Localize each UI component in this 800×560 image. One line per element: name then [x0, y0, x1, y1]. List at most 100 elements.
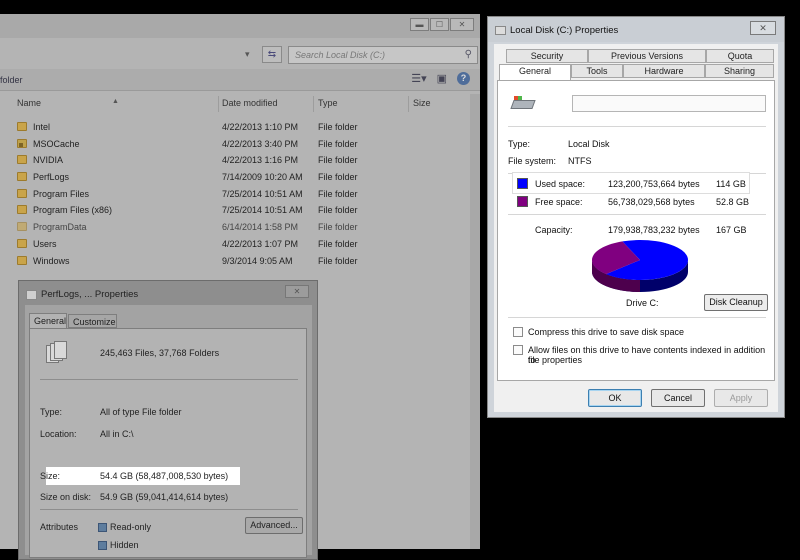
dialog-titlebar: Local Disk (C:) Properties ✕: [488, 17, 784, 42]
cancel-button[interactable]: Cancel: [651, 389, 705, 407]
tab-customize[interactable]: Customize: [68, 314, 117, 328]
help-icon[interactable]: ?: [457, 72, 470, 85]
apply-button[interactable]: Apply: [714, 389, 768, 407]
file-date: 4/22/2013 1:16 PM: [222, 155, 299, 166]
volume-label-field[interactable]: [572, 95, 766, 112]
file-type: File folder: [318, 222, 358, 233]
file-row[interactable]: MSOCache 4/22/2013 3:40 PM File folder: [0, 136, 470, 153]
attributes-label: Attributes: [40, 522, 79, 532]
capacity-bytes: 179,938,783,232 bytes: [608, 225, 700, 235]
file-row[interactable]: Program Files (x86) 7/25/2014 10:51 AM F…: [0, 202, 470, 219]
disk-cleanup-button[interactable]: Disk Cleanup: [704, 294, 768, 311]
index-checkbox[interactable]: [513, 345, 523, 355]
maximize-button[interactable]: ☐: [430, 18, 449, 31]
tab-general[interactable]: General: [29, 313, 67, 328]
file-row[interactable]: ProgramData 6/14/2014 1:58 PM File folde…: [0, 219, 470, 236]
file-system-value: NTFS: [568, 156, 592, 166]
column-divider[interactable]: [218, 96, 219, 112]
divider: [40, 379, 298, 380]
used-space-bytes: 123,200,753,664 bytes: [608, 179, 700, 189]
folder-icon: [26, 290, 37, 300]
tab-quota[interactable]: Quota: [706, 49, 774, 63]
file-name: NVIDIA: [33, 155, 64, 166]
used-space-gb: 114 GB: [716, 179, 746, 189]
file-name: Program Files: [33, 188, 90, 199]
file-type: File folder: [318, 155, 358, 166]
drive-label: Drive C:: [626, 298, 659, 308]
size-on-disk-label: Size on disk:: [40, 492, 92, 502]
used-space-label: Used space:: [535, 179, 586, 189]
file-name: Users: [33, 238, 57, 249]
location-label: Location:: [40, 429, 77, 439]
file-date: 7/25/2014 10:51 AM: [222, 188, 303, 199]
file-date: 6/14/2014 1:58 PM: [222, 222, 299, 233]
file-row[interactable]: Intel 4/22/2013 1:10 PM File folder: [0, 119, 470, 136]
file-count-summary: 245,463 Files, 37,768 Folders: [100, 348, 220, 358]
folder-icon: [17, 205, 27, 215]
refresh-button[interactable]: ⇆: [262, 46, 282, 63]
column-header-name[interactable]: Name: [17, 98, 41, 108]
folder-icon: [17, 122, 27, 131]
file-name: ProgramData: [33, 222, 87, 233]
tab-tools[interactable]: Tools: [571, 64, 623, 78]
address-dropdown-icon[interactable]: ▾: [245, 49, 250, 60]
column-header-type[interactable]: Type: [318, 98, 338, 108]
close-button[interactable]: ✕: [285, 285, 309, 298]
type-label: Type:: [40, 407, 63, 417]
free-space-swatch: [517, 196, 528, 207]
file-date: 7/25/2014 10:51 AM: [222, 205, 303, 216]
type-value: Local Disk: [568, 139, 610, 149]
file-row[interactable]: PerfLogs 7/14/2009 10:20 AM File folder: [0, 169, 470, 186]
file-type: File folder: [318, 122, 358, 132]
vertical-scrollbar[interactable]: [470, 94, 480, 549]
window-buttons: ▬ ☐ ✕: [409, 18, 474, 31]
folder-icon: [17, 172, 27, 182]
file-type: File folder: [318, 255, 358, 266]
tab-general[interactable]: General: [499, 64, 571, 80]
column-header-date[interactable]: Date modified: [222, 98, 278, 108]
location-value: All in C:\: [100, 429, 134, 439]
search-input[interactable]: Search Local Disk (C:) ⚲: [288, 46, 478, 64]
close-button[interactable]: ✕: [750, 21, 776, 35]
ok-button[interactable]: OK: [588, 389, 642, 407]
index-label-continued: file properties: [528, 355, 583, 365]
tab-previous-versions[interactable]: Previous Versions: [588, 49, 706, 63]
close-button[interactable]: ✕: [450, 18, 474, 31]
free-space-bytes: 56,738,029,568 bytes: [608, 197, 695, 207]
tab-security[interactable]: Security: [506, 49, 588, 63]
file-row[interactable]: Program Files 7/25/2014 10:51 AM File fo…: [0, 186, 470, 203]
size-label: Size:: [40, 471, 61, 481]
file-name: Intel: [33, 122, 51, 132]
search-icon[interactable]: ⚲: [465, 49, 472, 60]
file-type: File folder: [318, 138, 358, 149]
column-headers: ▲ Name Date modified Type Size: [0, 96, 470, 112]
readonly-label: Read-only: [110, 522, 152, 532]
divider: [508, 214, 766, 215]
perflogs-properties-dialog: PerfLogs, ... Properties ✕ General Custo…: [18, 280, 318, 560]
minimize-button[interactable]: ▬: [410, 18, 429, 31]
tab-sharing[interactable]: Sharing: [705, 64, 774, 78]
size-on-disk-value: 54.9 GB (59,041,414,614 bytes): [100, 492, 229, 502]
folder-icon: [17, 188, 27, 198]
free-space-gb: 52.8 GB: [716, 197, 750, 207]
column-header-size[interactable]: Size: [413, 98, 431, 108]
preview-pane-icon[interactable]: ▣: [437, 72, 447, 85]
file-name: Windows: [33, 255, 70, 266]
dialog-title: Local Disk (C:) Properties: [510, 25, 619, 36]
local-disk-properties-dialog: Local Disk (C:) Properties ✕ Security Pr…: [487, 16, 785, 418]
divider: [508, 126, 766, 127]
column-divider[interactable]: [408, 96, 409, 112]
view-options-icon[interactable]: ☰▾: [411, 72, 426, 85]
readonly-checkbox[interactable]: [98, 523, 107, 532]
new-folder-button[interactable]: folder: [0, 75, 23, 85]
file-type: File folder: [318, 188, 358, 199]
column-divider[interactable]: [313, 96, 314, 112]
compress-checkbox[interactable]: [513, 327, 523, 337]
advanced-button[interactable]: Advanced...: [245, 517, 303, 534]
refresh-icon: ⇆: [267, 49, 277, 60]
file-row[interactable]: NVIDIA 4/22/2013 1:16 PM File folder: [0, 152, 470, 169]
type-value: All of type File folder: [100, 407, 182, 417]
file-row[interactable]: Users 4/22/2013 1:07 PM File folder: [0, 236, 470, 253]
file-row[interactable]: Windows 9/3/2014 9:05 AM File folder: [0, 253, 470, 270]
tab-hardware[interactable]: Hardware: [623, 64, 705, 78]
